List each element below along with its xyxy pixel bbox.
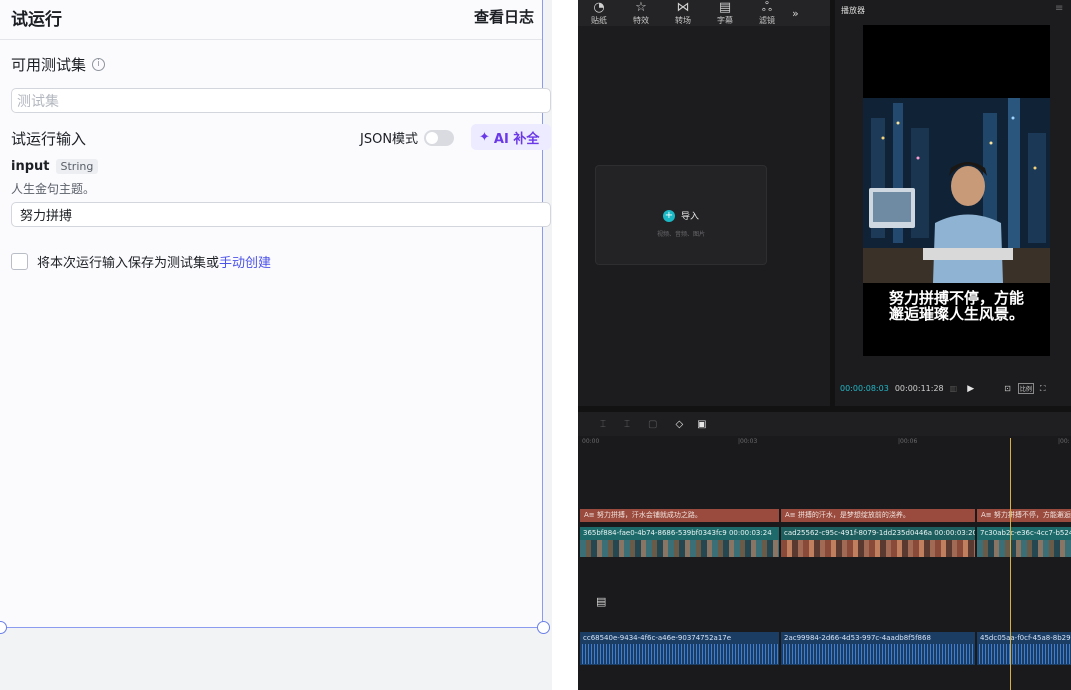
caption-icon: ▤: [718, 0, 732, 15]
ai-complete-button[interactable]: ✦ AI 补全: [471, 124, 551, 150]
audio-clip-3[interactable]: 45dc05aa-f0cf-45a8-8b29-: [977, 632, 1071, 665]
json-mode-row: JSON模式: [360, 128, 455, 147]
audio-clip-2-waveform: [781, 644, 975, 664]
player-controls: 00:00:08:03 00:00:11:28 ▥ ▶ ⊡ 比例 ⛶: [840, 383, 1068, 394]
sticker-icon: ◔: [593, 0, 605, 15]
import-dropzone[interactable]: + 导入 视频、音频、图片: [595, 165, 767, 265]
param-value: 努力拼搏: [20, 209, 73, 224]
toolbar-item-sticker[interactable]: ◔ 贴纸: [578, 0, 620, 26]
test-run-panel: 试运行 查看日志 可用测试集 i 测试集 试运行输入 JSON模式 ✦ AI 补…: [0, 0, 551, 628]
total-time: 00:00:11:28: [894, 384, 944, 393]
testset-label: 可用测试集: [11, 56, 87, 74]
editor-toolbar: ◔ 贴纸 ☆ 特效 ⋈ 转场 ▤ 字幕 ஃ 滤镜 »: [578, 0, 830, 26]
audio-clip-2[interactable]: 2ac99984-2d66-4d53-997c-4aadb8f5f868: [781, 632, 975, 665]
audio-clip-1-label: cc68540e-9434-4f6c-a46e-90374752a17e: [583, 634, 732, 642]
playhead[interactable]: [1010, 438, 1011, 690]
video-caption-line-1: 努力拼搏不停，方能: [888, 289, 1024, 307]
test-run-panel-area: 试运行 查看日志 可用测试集 i 测试集 试运行输入 JSON模式 ✦ AI 补…: [0, 0, 552, 690]
player-pane: 播放器 ≡ 努力拼搏不停，方能 邂逅璀璨人生风景。 00:00:08:03 00…: [835, 0, 1071, 406]
audio-clip-2-label: 2ac99984-2d66-4d53-997c-4aadb8f5f868: [784, 634, 931, 642]
waveform-icon[interactable]: ▥: [950, 384, 958, 393]
ai-complete-label: AI 补全: [493, 131, 540, 147]
testset-placeholder: 测试集: [17, 93, 59, 110]
marker-icon[interactable]: ◇: [675, 419, 683, 430]
audio-clip-1[interactable]: cc68540e-9434-4f6c-a46e-90374752a17e: [580, 632, 779, 665]
timeline-ruler: 00:00 |00:03 |00:06 |00:: [578, 436, 1071, 450]
player-title: 播放器: [841, 6, 865, 15]
video-clip-3[interactable]: 7c30ab2c-e36c-4cc7-b524: [977, 527, 1071, 557]
audio-clip-1-waveform: [580, 644, 779, 664]
save-testset-checkbox[interactable]: [11, 253, 28, 270]
sparkle-icon: ✦: [479, 129, 490, 145]
video-clip-1-thumbnails: [580, 540, 779, 557]
fit-icon[interactable]: ⊡: [1004, 384, 1011, 393]
view-logs-link[interactable]: 查看日志: [474, 6, 534, 27]
video-clip-2-thumbnails: [781, 540, 975, 557]
video-frame-image: [863, 98, 1050, 283]
video-clip-3-label: 7c30ab2c-e36c-4cc7-b524: [977, 527, 1071, 540]
video-preview[interactable]: 努力拼搏不停，方能 邂逅璀璨人生风景。: [863, 25, 1050, 356]
header-divider: [0, 39, 542, 40]
text-clip-3[interactable]: A≡ 努力拼搏不停，方能邂逅: [977, 509, 1071, 522]
video-caption: 努力拼搏不停，方能 邂逅璀璨人生风景。: [863, 290, 1050, 322]
split-right-icon[interactable]: ⌶: [624, 419, 630, 430]
video-editor: ◔ 贴纸 ☆ 特效 ⋈ 转场 ▤ 字幕 ஃ 滤镜 » + 导入 视频、音频、图片 播放器 …: [578, 0, 1071, 690]
player-menu-icon[interactable]: ≡: [1055, 3, 1063, 14]
param-type-badge: String: [55, 159, 99, 174]
testset-label-row: 可用测试集 i: [11, 54, 106, 75]
import-button[interactable]: + 导入: [663, 209, 699, 222]
timeline-toolbar: ⌶ ⌶ ▢ ◇ ▣: [578, 412, 1071, 436]
fullscreen-icon[interactable]: ⛶: [1040, 384, 1046, 394]
image-add-icon[interactable]: ▣: [697, 419, 706, 430]
param-name: input: [11, 159, 50, 174]
split-icon[interactable]: ⌶: [600, 419, 606, 430]
import-subtitle: 视频、音频、图片: [656, 231, 705, 238]
effects-icon: ☆: [635, 0, 647, 15]
more-tools-icon[interactable]: »: [792, 7, 799, 20]
json-mode-toggle[interactable]: [424, 129, 455, 146]
testset-select[interactable]: 测试集: [11, 88, 551, 113]
audio-clip-3-label: 45dc05aa-f0cf-45a8-8b29-: [980, 634, 1071, 642]
import-label: 导入: [681, 212, 700, 222]
current-time: 00:00:08:03: [840, 384, 889, 393]
ratio-button[interactable]: 比例: [1017, 383, 1034, 394]
toolbar-item-transition[interactable]: ⋈ 转场: [662, 0, 704, 26]
media-pane: ◔ 贴纸 ☆ 特效 ⋈ 转场 ▤ 字幕 ஃ 滤镜 » + 导入 视频、音频、图片: [578, 0, 830, 406]
ruler-tick-9: |00:: [1058, 438, 1070, 445]
timeline-pane: ⌶ ⌶ ▢ ◇ ▣ 00:00 |00:03 |00:06 |00: A≡ 努力…: [578, 412, 1071, 690]
video-clip-3-thumbnails: [977, 540, 1071, 557]
play-icon[interactable]: ▶: [967, 384, 974, 394]
json-mode-label: JSON模式: [360, 132, 419, 147]
video-clip-2[interactable]: cad25562-c95c-491f-8079-1dd235d0446a 00:…: [781, 527, 975, 557]
filter-icon: ஃ: [761, 0, 773, 15]
panel-title: 试运行: [11, 10, 62, 30]
video-clip-1-label: 365bf884-fae0-4b74-8686-539bf0343fc9 00:…: [580, 527, 779, 540]
run-input-label: 试运行输入: [11, 130, 87, 148]
ruler-tick-0: 00:00: [582, 438, 600, 445]
resize-handle-right[interactable]: [537, 621, 550, 634]
transition-icon: ⋈: [676, 0, 690, 15]
info-icon[interactable]: i: [92, 58, 106, 71]
param-description: 人生金句主题。: [11, 182, 96, 196]
delete-icon[interactable]: ▢: [648, 419, 657, 430]
video-clip-1[interactable]: 365bf884-fae0-4b74-8686-539bf0343fc9 00:…: [580, 527, 779, 557]
video-caption-line-2: 邂逅璀璨人生风景。: [888, 305, 1024, 323]
video-clip-2-label: cad25562-c95c-491f-8079-1dd235d0446a 00:…: [781, 527, 975, 540]
save-testset-row: 将本次运行输入保存为测试集或 手动创建: [11, 252, 271, 271]
param-value-input[interactable]: 努力拼搏: [11, 202, 551, 227]
text-clip-2[interactable]: A≡ 拼搏的汗水，是梦想绽放前的浇养。: [781, 509, 975, 522]
param-header: input String: [11, 159, 99, 174]
manual-create-link[interactable]: 手动创建: [219, 252, 271, 271]
film-track-icon: ▤: [596, 595, 607, 608]
toolbar-item-effects[interactable]: ☆ 特效: [620, 0, 662, 26]
save-testset-text: 将本次运行输入保存为测试集或: [37, 256, 220, 271]
screen: 试运行 查看日志 可用测试集 i 测试集 试运行输入 JSON模式 ✦ AI 补…: [0, 0, 1071, 690]
text-clip-1[interactable]: A≡ 努力拼搏，汗水会铺就成功之路。: [580, 509, 779, 522]
toolbar-item-caption[interactable]: ▤ 字幕: [704, 0, 746, 26]
plus-icon: +: [663, 209, 675, 222]
toolbar-item-filter[interactable]: ஃ 滤镜: [746, 0, 788, 26]
audio-clip-3-waveform: [977, 644, 1071, 664]
ruler-tick-6: |00:06: [898, 438, 918, 445]
ruler-tick-3: |00:03: [738, 438, 758, 445]
